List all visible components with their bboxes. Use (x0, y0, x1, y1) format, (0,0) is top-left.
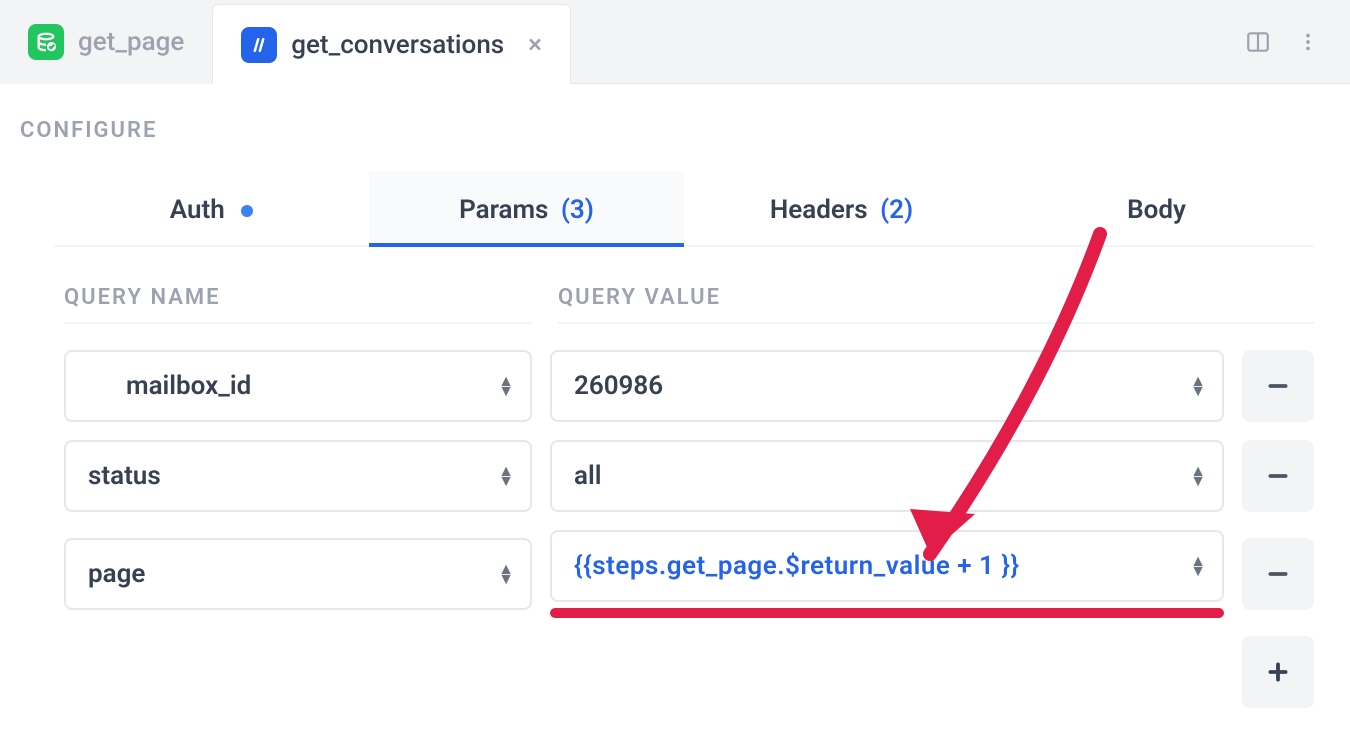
close-icon[interactable]: × (528, 30, 542, 60)
sort-handle-icon[interactable]: ▲▼ (1190, 466, 1206, 486)
sort-handle-icon[interactable]: ▲▼ (498, 376, 514, 396)
tab-get-page[interactable]: get_page (0, 0, 212, 84)
tabbar-actions (1216, 0, 1350, 84)
remove-row-button[interactable] (1242, 538, 1314, 610)
section-label: CONFIGURE (0, 84, 1350, 171)
param-name-input[interactable]: page (64, 538, 532, 610)
layout-panel-icon[interactable] (1242, 26, 1274, 58)
tab-bar: get_page get_conversations × (0, 0, 1350, 84)
subtab-label: Headers (770, 195, 868, 225)
sort-handle-icon[interactable]: ▲▼ (1190, 556, 1206, 576)
annotation-underline (550, 608, 1224, 618)
subtab-count: (2) (880, 195, 913, 225)
subtab-params[interactable]: Params (3) (369, 171, 684, 245)
subtab-label: Body (1127, 195, 1186, 225)
subtab-label: Auth (170, 195, 225, 225)
col-header-name: QUERY NAME (64, 285, 532, 310)
tab-get-conversations[interactable]: get_conversations × (212, 4, 571, 84)
param-name-input[interactable]: status (64, 440, 532, 512)
param-name-cell: status ▲▼ (64, 440, 532, 512)
db-check-icon (28, 24, 64, 60)
tab-label: get_conversations (291, 30, 504, 60)
subtab-label: Params (459, 195, 548, 225)
param-name-cell: mailbox_id ▲▼ (64, 350, 532, 422)
page-body: CONFIGURE Auth Params (3) Headers (2) Bo… (0, 84, 1350, 746)
sort-handle-icon[interactable]: ▲▼ (498, 466, 514, 486)
more-menu-icon[interactable] (1292, 26, 1324, 58)
tab-label: get_page (78, 27, 184, 57)
indicator-dot-icon (241, 205, 253, 217)
subtab-auth[interactable]: Auth (54, 171, 369, 245)
config-panel: Auth Params (3) Headers (2) Body QUERY N… (0, 171, 1350, 736)
annotation-arrow-icon (880, 224, 1140, 584)
sort-handle-icon[interactable]: ▲▼ (1190, 376, 1206, 396)
tabbar-spacer (571, 0, 1216, 84)
param-name-input[interactable]: mailbox_id (64, 350, 532, 422)
remove-row-button[interactable] (1242, 440, 1314, 512)
blue-slash-icon (241, 27, 277, 63)
sort-handle-icon[interactable]: ▲▼ (498, 564, 514, 584)
app-root: get_page get_conversations × (0, 0, 1350, 746)
add-row-button[interactable] (1242, 636, 1314, 708)
add-row-container (54, 628, 1314, 736)
remove-row-button[interactable] (1242, 350, 1314, 422)
subtab-count: (3) (561, 195, 594, 225)
param-name-cell: page ▲▼ (64, 538, 532, 610)
